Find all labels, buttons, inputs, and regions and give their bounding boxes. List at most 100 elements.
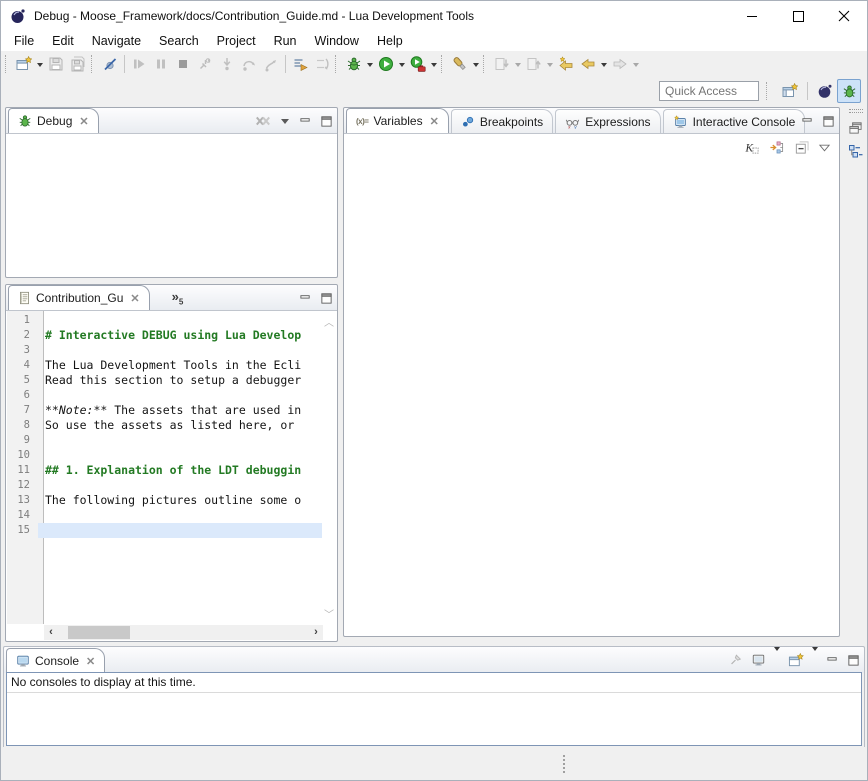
- search-dropdown[interactable]: [471, 53, 481, 75]
- tab-interactive-console[interactable]: Interactive Console: [663, 109, 806, 133]
- maximize-view-icon[interactable]: [320, 115, 333, 128]
- maximize-view-icon[interactable]: [847, 654, 860, 667]
- console-content[interactable]: No consoles to display at this time.: [6, 672, 862, 746]
- back-icon[interactable]: [577, 53, 599, 75]
- tab-console[interactable]: Console ✕: [6, 648, 105, 673]
- new-wizard-icon[interactable]: [13, 53, 35, 75]
- close-icon[interactable]: ✕: [130, 292, 139, 305]
- show-logical-structure-icon[interactable]: [769, 140, 785, 155]
- editor-line[interactable]: 9: [7, 433, 322, 448]
- debug-icon[interactable]: [343, 53, 365, 75]
- menu-edit[interactable]: Edit: [43, 32, 83, 50]
- skip-breakpoints-icon[interactable]: [99, 53, 121, 75]
- view-menu-icon[interactable]: [818, 142, 831, 153]
- menu-navigate[interactable]: Navigate: [83, 32, 150, 50]
- tab-debug[interactable]: Debug ✕: [8, 108, 99, 133]
- last-edit-location-icon[interactable]: [555, 53, 577, 75]
- save-icon[interactable]: [45, 53, 67, 75]
- editor-line[interactable]: 1: [7, 313, 322, 328]
- toolbar-drag-handle[interactable]: [335, 55, 340, 73]
- scrollbar-thumb[interactable]: [68, 626, 130, 639]
- close-icon[interactable]: [821, 1, 867, 31]
- debug-perspective-icon[interactable]: [837, 79, 861, 103]
- close-icon[interactable]: ✕: [79, 115, 88, 128]
- restore-view-icon[interactable]: [845, 117, 867, 139]
- ldt-perspective-icon[interactable]: [813, 79, 837, 103]
- display-console-dropdown[interactable]: [774, 651, 780, 669]
- minimize-view-icon[interactable]: [826, 654, 839, 666]
- open-console-dropdown[interactable]: [812, 651, 818, 669]
- toolbar-drag-handle[interactable]: [441, 55, 446, 73]
- editor-line[interactable]: 3: [7, 343, 322, 358]
- minimize-view-icon[interactable]: [299, 115, 312, 127]
- open-perspective-icon[interactable]: [778, 79, 802, 103]
- menu-run[interactable]: Run: [265, 32, 306, 50]
- editor-line[interactable]: 8So use the assets as listed here, or: [7, 418, 322, 433]
- collapse-all-icon[interactable]: [794, 140, 809, 155]
- save-all-icon[interactable]: [67, 53, 89, 75]
- maximize-view-icon[interactable]: [822, 115, 835, 128]
- display-console-icon[interactable]: [751, 653, 766, 667]
- perspective-drag-handle[interactable]: [766, 82, 771, 100]
- scroll-left-icon[interactable]: ‹: [44, 625, 58, 640]
- editor-line[interactable]: 4The Lua Development Tools in the Ecli: [7, 358, 322, 373]
- editor-line[interactable]: 11## 1. Explanation of the LDT debuggin: [7, 463, 322, 478]
- menu-window[interactable]: Window: [306, 32, 368, 50]
- toolbar-drag-handle[interactable]: [483, 55, 488, 73]
- scroll-up-icon[interactable]: ︿: [324, 314, 334, 329]
- back-dropdown[interactable]: [599, 53, 609, 75]
- external-tools-dropdown[interactable]: [429, 53, 439, 75]
- maximize-view-icon[interactable]: [320, 292, 333, 305]
- menu-file[interactable]: File: [5, 32, 43, 50]
- window-controls: [729, 1, 867, 31]
- scrollbar-track[interactable]: [58, 625, 309, 640]
- run-dropdown[interactable]: [397, 53, 407, 75]
- scroll-right-icon[interactable]: ›: [309, 625, 323, 640]
- status-drag-handle[interactable]: [563, 755, 565, 773]
- editor-line[interactable]: 15: [7, 523, 322, 538]
- new-wizard-dropdown[interactable]: [35, 53, 45, 75]
- editor-line[interactable]: 5Read this section to setup a debugger: [7, 373, 322, 388]
- external-tools-icon[interactable]: [407, 53, 429, 75]
- scroll-down-icon[interactable]: ﹀: [324, 606, 334, 621]
- editor-line[interactable]: 6: [7, 388, 322, 403]
- minimize-view-icon[interactable]: [801, 115, 814, 127]
- search-icon[interactable]: [449, 53, 471, 75]
- quick-access-input[interactable]: [659, 81, 759, 101]
- run-icon[interactable]: [375, 53, 397, 75]
- tab-breakpoints[interactable]: Breakpoints: [451, 109, 553, 133]
- minimize-view-icon[interactable]: [299, 292, 312, 304]
- strip-drag-handle[interactable]: [849, 109, 863, 113]
- open-console-icon[interactable]: [788, 653, 804, 668]
- tab-interactive-console-label: Interactive Console: [693, 115, 796, 129]
- editor-line[interactable]: 7**Note:** The assets that are used in: [7, 403, 322, 418]
- tab-expressions-label: Expressions: [585, 115, 650, 129]
- step-filters-icon[interactable]: [289, 53, 311, 75]
- debug-dropdown[interactable]: [365, 53, 375, 75]
- view-menu-icon[interactable]: [279, 116, 291, 126]
- editor-text-area[interactable]: 12# Interactive DEBUG using Lua Develop3…: [7, 311, 336, 624]
- more-editors-chevron[interactable]: »5: [172, 289, 184, 307]
- toolbar-drag-handle[interactable]: [5, 55, 10, 73]
- outline-view-icon[interactable]: [845, 141, 867, 163]
- editor-line[interactable]: 14: [7, 508, 322, 523]
- close-icon[interactable]: ✕: [86, 655, 95, 668]
- tab-expressions[interactable]: xy Expressions: [555, 109, 660, 133]
- menu-help[interactable]: Help: [368, 32, 412, 50]
- variables-content[interactable]: [345, 134, 838, 635]
- menu-search[interactable]: Search: [150, 32, 208, 50]
- editor-line[interactable]: 12: [7, 478, 322, 493]
- show-type-names-icon[interactable]: K: [744, 140, 760, 155]
- toolbar-drag-handle[interactable]: [91, 55, 96, 73]
- tab-variables[interactable]: (x)= Variables ✕: [346, 108, 449, 133]
- editor-horizontal-scrollbar[interactable]: ‹ ›: [44, 625, 323, 640]
- tab-editor-contribution-guide[interactable]: Contribution_Gu ✕: [8, 285, 150, 310]
- menu-project[interactable]: Project: [208, 32, 265, 50]
- close-icon[interactable]: ✕: [430, 115, 439, 128]
- debug-view-content[interactable]: [7, 134, 336, 276]
- editor-line[interactable]: 10: [7, 448, 322, 463]
- minimize-icon[interactable]: [729, 1, 775, 31]
- editor-line[interactable]: 2# Interactive DEBUG using Lua Develop: [7, 328, 322, 343]
- maximize-icon[interactable]: [775, 1, 821, 31]
- editor-line[interactable]: 13The following pictures outline some o: [7, 493, 322, 508]
